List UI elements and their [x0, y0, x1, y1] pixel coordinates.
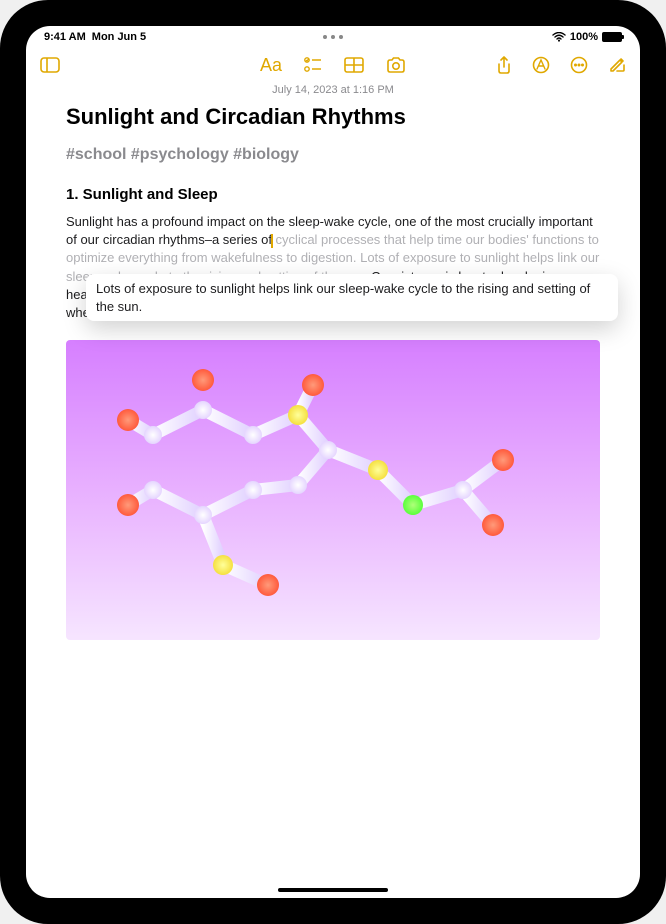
- sidebar-toggle-button[interactable]: [40, 57, 60, 73]
- note-timestamp: July 14, 2023 at 1:16 PM: [26, 82, 640, 104]
- camera-button[interactable]: [386, 57, 406, 73]
- note-content[interactable]: Sunlight and Circadian Rhythms #school #…: [26, 104, 640, 898]
- ipad-device-frame: 9:41 AM Mon Jun 5 100%: [0, 0, 666, 924]
- status-bar: 9:41 AM Mon Jun 5 100%: [26, 26, 640, 48]
- markup-button[interactable]: [532, 56, 550, 74]
- compose-button[interactable]: [608, 56, 626, 74]
- molecule-illustration: [66, 340, 600, 640]
- table-button[interactable]: [344, 57, 364, 73]
- home-indicator[interactable]: [278, 888, 388, 892]
- checklist-button[interactable]: [304, 57, 322, 73]
- wifi-icon: [552, 32, 566, 42]
- status-date: Mon Jun 5: [92, 31, 146, 43]
- battery-icon: [602, 32, 622, 42]
- multitask-dots[interactable]: [323, 35, 343, 39]
- section-heading[interactable]: 1. Sunlight and Sleep: [66, 186, 600, 203]
- status-right: 100%: [552, 31, 622, 43]
- drag-text-bubble[interactable]: Lots of exposure to sunlight helps link …: [86, 274, 618, 321]
- note-tags[interactable]: #school #psychology #biology: [66, 146, 600, 164]
- screen: 9:41 AM Mon Jun 5 100%: [26, 26, 640, 898]
- toolbar: Aa: [26, 48, 640, 82]
- share-button[interactable]: [496, 56, 512, 74]
- more-button[interactable]: [570, 56, 588, 74]
- note-title[interactable]: Sunlight and Circadian Rhythms: [66, 104, 600, 130]
- battery-percent: 100%: [570, 31, 598, 43]
- format-button[interactable]: Aa: [260, 55, 282, 76]
- status-left: 9:41 AM Mon Jun 5: [44, 31, 146, 43]
- molecule-image[interactable]: [66, 340, 600, 640]
- status-time: 9:41 AM: [44, 31, 86, 43]
